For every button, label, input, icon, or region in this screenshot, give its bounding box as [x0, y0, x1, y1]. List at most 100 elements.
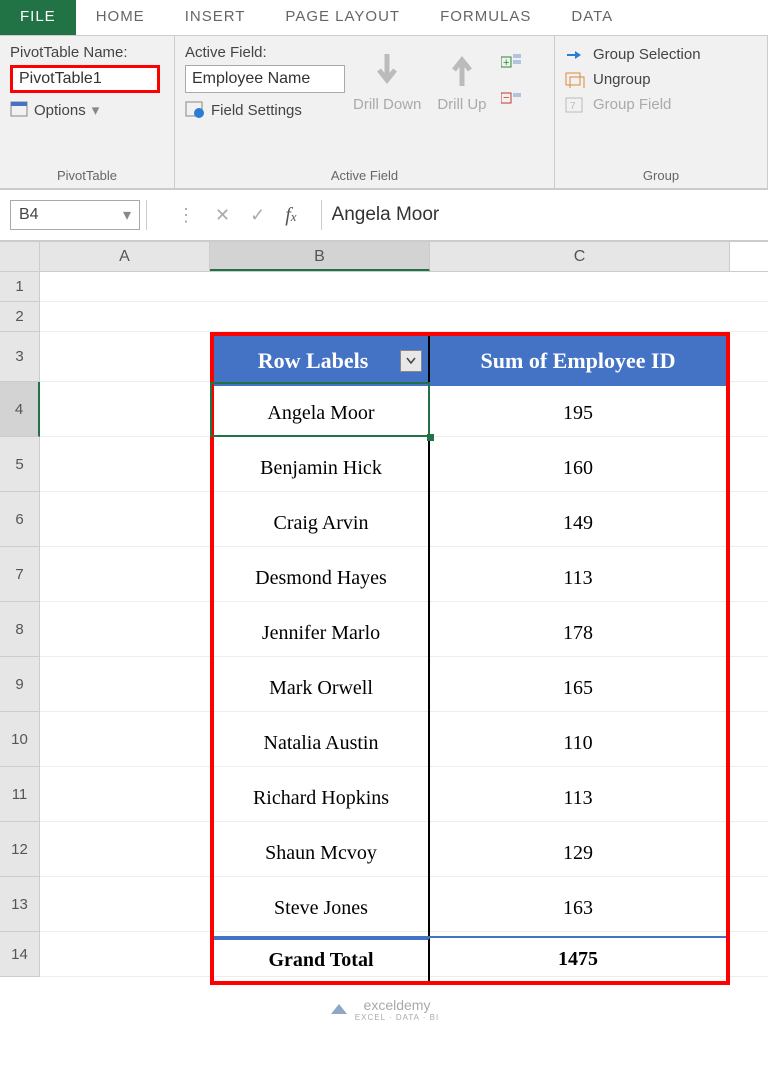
- group-selection-label: Group Selection: [593, 46, 701, 63]
- row-header-3[interactable]: 3: [0, 332, 40, 382]
- tab-data[interactable]: DATA: [551, 0, 633, 35]
- pivottable-name-label: PivotTable Name:: [10, 44, 164, 61]
- ribbon-body: PivotTable Name: Options ▾ PivotTable Ac…: [0, 35, 768, 190]
- pivot-row[interactable]: Jennifer Marlo178: [214, 606, 726, 661]
- name-box[interactable]: B4 ▾: [10, 200, 140, 230]
- row-header-1[interactable]: 1: [0, 272, 40, 302]
- enter-icon[interactable]: ✓: [240, 205, 275, 226]
- ungroup-button[interactable]: Ungroup: [565, 71, 757, 88]
- pivot-row[interactable]: Natalia Austin110: [214, 716, 726, 771]
- pivot-row-value: 178: [430, 606, 726, 661]
- tab-file[interactable]: FILE: [0, 0, 76, 35]
- tab-home[interactable]: HOME: [76, 0, 165, 35]
- pivot-row[interactable]: Craig Arvin149: [214, 496, 726, 551]
- pivot-row-label: Shaun Mcvoy: [214, 826, 430, 881]
- options-icon: [10, 101, 30, 119]
- fx-icon[interactable]: fx: [275, 204, 306, 227]
- drill-down-label: Drill Down: [353, 96, 421, 113]
- row-header-6[interactable]: 6: [0, 492, 40, 547]
- field-settings-label: Field Settings: [211, 102, 302, 119]
- watermark: exceldemy EXCEL · DATA · BI: [0, 977, 768, 1042]
- ribbon-group-group: Group Selection Ungroup 7 Group Field Gr…: [555, 36, 768, 188]
- row-labels-dropdown[interactable]: [400, 350, 422, 372]
- row-header-12[interactable]: 12: [0, 822, 40, 877]
- select-all-corner[interactable]: [0, 242, 40, 271]
- pivot-row-label: Natalia Austin: [214, 716, 430, 771]
- drill-down-button[interactable]: Drill Down: [345, 44, 429, 144]
- col-header-A[interactable]: A: [40, 242, 210, 271]
- arrow-up-icon: [444, 50, 480, 90]
- col-header-B[interactable]: B: [210, 242, 430, 271]
- options-label: Options: [34, 102, 86, 119]
- ungroup-icon: [565, 72, 585, 88]
- row-header-7[interactable]: 7: [0, 547, 40, 602]
- group-field-icon: 7: [565, 97, 585, 113]
- pivot-row[interactable]: Steve Jones163: [214, 881, 726, 936]
- pivot-row-label: Jennifer Marlo: [214, 606, 430, 661]
- pivot-row-value: 113: [430, 771, 726, 826]
- row-header-8[interactable]: 8: [0, 602, 40, 657]
- row-header-11[interactable]: 11: [0, 767, 40, 822]
- tab-formulas[interactable]: FORMULAS: [420, 0, 551, 35]
- arrow-down-icon: [369, 50, 405, 90]
- group-label-pivottable: PivotTable: [10, 168, 164, 185]
- row-header-13[interactable]: 13: [0, 877, 40, 932]
- row-header-10[interactable]: 10: [0, 712, 40, 767]
- dots-icon[interactable]: ⋮: [167, 205, 205, 226]
- pivot-header-row-labels[interactable]: Row Labels: [214, 336, 430, 386]
- group-selection-button[interactable]: Group Selection: [565, 46, 757, 63]
- cells-area[interactable]: Row Labels Sum of Employee ID Angela Moo…: [40, 272, 768, 977]
- pivot-row-label: Craig Arvin: [214, 496, 430, 551]
- formula-input[interactable]: [321, 200, 758, 230]
- tab-insert[interactable]: INSERT: [165, 0, 266, 35]
- watermark-sub: EXCEL · DATA · BI: [355, 1013, 439, 1022]
- col-header-C[interactable]: C: [430, 242, 730, 271]
- pivottable-options-button[interactable]: Options ▾: [10, 101, 164, 119]
- group-field-button: 7 Group Field: [565, 96, 757, 113]
- pivot-header-sum[interactable]: Sum of Employee ID: [430, 336, 726, 386]
- pivot-row[interactable]: Mark Orwell165: [214, 661, 726, 716]
- row-header-2[interactable]: 2: [0, 302, 40, 332]
- pivot-grand-total-row[interactable]: Grand Total 1475: [214, 936, 726, 981]
- pivot-row-value: 163: [430, 881, 726, 936]
- svg-text:+: +: [503, 57, 509, 69]
- pivot-row-value: 129: [430, 826, 726, 881]
- expand-field-icon[interactable]: +: [501, 54, 523, 70]
- collapse-field-icon[interactable]: −: [501, 90, 523, 106]
- chevron-down-icon: [406, 356, 416, 366]
- pivot-row[interactable]: Angela Moor195: [214, 386, 726, 441]
- pivot-row-label: Steve Jones: [214, 881, 430, 936]
- pivot-row[interactable]: Desmond Hayes113: [214, 551, 726, 606]
- row-headers: 1 2 3 4 5 6 7 8 9 10 11 12 13 14: [0, 272, 40, 977]
- pivot-row[interactable]: Richard Hopkins113: [214, 771, 726, 826]
- drill-up-button[interactable]: Drill Up: [429, 44, 494, 144]
- drill-up-label: Drill Up: [437, 96, 486, 113]
- pivottable-name-input[interactable]: [10, 65, 160, 93]
- pivot-row-value: 149: [430, 496, 726, 551]
- ungroup-label: Ungroup: [593, 71, 651, 88]
- group-field-label: Group Field: [593, 96, 671, 113]
- chevron-down-icon: ▾: [92, 101, 100, 119]
- pivot-row-label: Desmond Hayes: [214, 551, 430, 606]
- pivot-row-label: Richard Hopkins: [214, 771, 430, 826]
- pivot-row-value: 110: [430, 716, 726, 771]
- row-header-14[interactable]: 14: [0, 932, 40, 977]
- row-header-4[interactable]: 4: [0, 382, 40, 437]
- pivot-row-value: 113: [430, 551, 726, 606]
- field-settings-button[interactable]: Field Settings: [185, 101, 345, 119]
- grand-total-label: Grand Total: [214, 938, 430, 981]
- pivot-row[interactable]: Shaun Mcvoy129: [214, 826, 726, 881]
- grid: A B C 1 2 3 4 5 6 7 8 9 10 11 12 13 14: [0, 242, 768, 977]
- chevron-down-icon[interactable]: ▾: [123, 205, 131, 225]
- row-header-5[interactable]: 5: [0, 437, 40, 492]
- pivot-row-value: 160: [430, 441, 726, 496]
- ribbon-group-active-field: Active Field: Field Settings Drill Down …: [175, 36, 555, 188]
- fill-handle[interactable]: [427, 434, 434, 441]
- active-field-input[interactable]: [185, 65, 345, 93]
- pivot-row[interactable]: Benjamin Hick160: [214, 441, 726, 496]
- cancel-icon[interactable]: ✕: [205, 205, 240, 226]
- row-header-9[interactable]: 9: [0, 657, 40, 712]
- pivot-row-value: 195: [430, 386, 726, 441]
- group-label-group: Group: [565, 168, 757, 185]
- tab-page-layout[interactable]: PAGE LAYOUT: [265, 0, 420, 35]
